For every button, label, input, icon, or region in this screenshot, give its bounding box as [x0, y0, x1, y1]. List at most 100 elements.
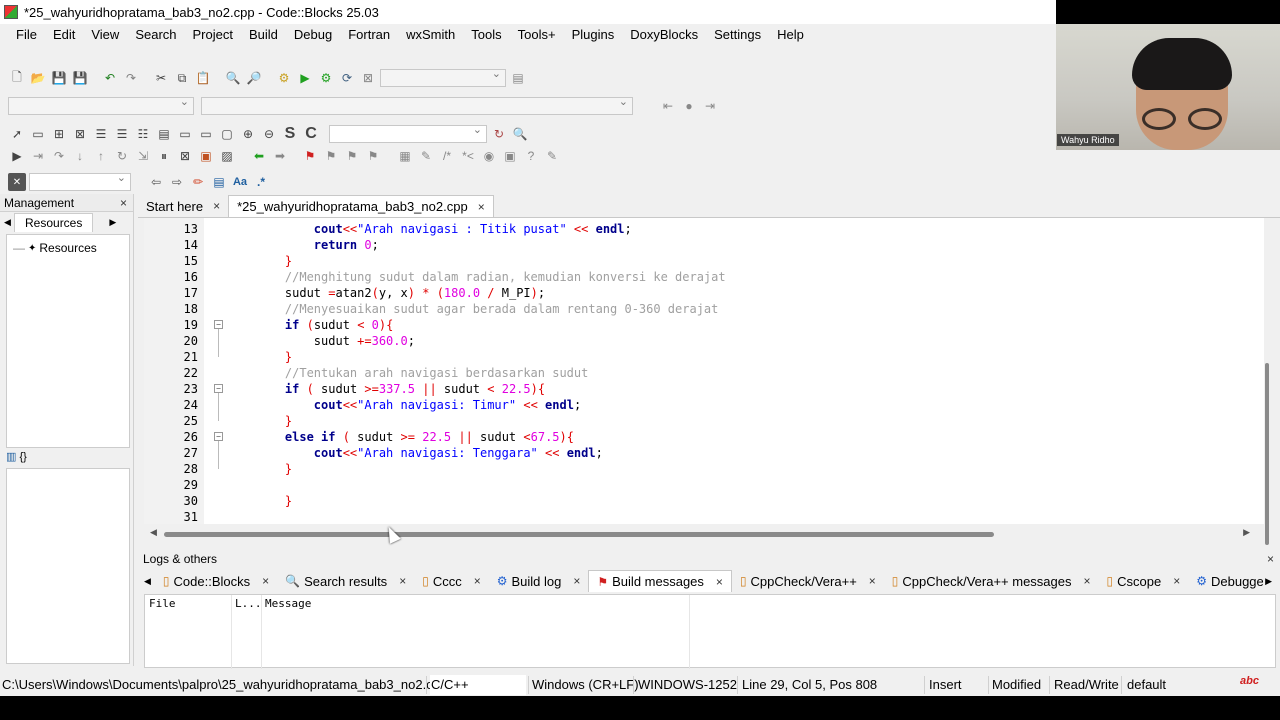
save-icon[interactable]: 💾 — [50, 69, 68, 87]
close-tab-icon[interactable]: × — [573, 574, 580, 588]
doxy-html-icon[interactable]: ▣ — [501, 147, 519, 165]
doxy-chm-icon[interactable]: ? — [522, 147, 540, 165]
code-line[interactable]: } — [256, 461, 292, 477]
logs-tab-cscope[interactable]: ▯ Cscope × — [1099, 570, 1189, 592]
doxy-run-icon[interactable]: ◉ — [480, 147, 498, 165]
logs-tab-code-blocks[interactable]: ▯ Code::Blocks × — [155, 570, 277, 592]
close-tab-icon[interactable]: × — [478, 200, 485, 214]
menu-edit[interactable]: Edit — [45, 27, 83, 42]
close-tab-icon[interactable]: × — [1084, 574, 1091, 588]
replace-icon[interactable]: 🔎 — [245, 69, 263, 87]
code-line[interactable]: cout<<"Arah navigasi: Timur" << endl; — [256, 397, 581, 413]
code-line[interactable]: else if ( sudut >= 22.5 || sudut <67.5){ — [256, 429, 574, 445]
incremental-search-input[interactable] — [29, 171, 131, 191]
code-line[interactable]: //Menyesuaikan sudut agar berada dalam r… — [256, 301, 718, 317]
stop-debug-icon[interactable]: ⊠ — [176, 147, 194, 165]
doxy-inline-icon[interactable]: *< — [459, 147, 477, 165]
border-icon[interactable]: ▢ — [218, 125, 236, 143]
scroll-left-arrow-icon[interactable]: ◀ — [150, 527, 157, 538]
prev-bookmark-icon[interactable]: ⚑ — [322, 147, 340, 165]
build-gear-icon[interactable]: ⚙ — [275, 69, 293, 87]
logs-tab-scroll-left-icon[interactable]: ◀ — [138, 576, 155, 587]
pointer-icon[interactable]: ➚ — [8, 125, 26, 143]
menu-fortran[interactable]: Fortran — [340, 27, 398, 42]
logs-close-icon[interactable]: × — [1267, 552, 1274, 566]
editor-vertical-scroll-thumb[interactable] — [1265, 363, 1269, 545]
jump-bookmark-icon[interactable]: ● — [680, 97, 698, 115]
grid-sizer-icon[interactable]: ⊞ — [50, 125, 68, 143]
close-tab-icon[interactable]: × — [399, 574, 406, 588]
menu-tools[interactable]: Tools — [463, 27, 509, 42]
editor-horizontal-scroll-thumb[interactable] — [164, 532, 994, 537]
save-all-icon[interactable]: 💾 — [71, 69, 89, 87]
zoom-out-icon[interactable]: ⊖ — [260, 125, 278, 143]
next-bookmark-icon[interactable]: ⚑ — [343, 147, 361, 165]
debug-windows-icon[interactable]: ▣ — [197, 147, 215, 165]
fold-toggle-icon[interactable]: − — [214, 384, 223, 393]
column-message[interactable]: Message — [265, 597, 311, 610]
tab-scroll-left-icon[interactable]: ◀ — [0, 217, 14, 228]
cut-icon[interactable]: ✂ — [152, 69, 170, 87]
code-line[interactable]: if (sudut < 0){ — [256, 317, 393, 333]
menu-build[interactable]: Build — [241, 27, 286, 42]
menu-file[interactable]: File — [8, 27, 45, 42]
paste-icon[interactable]: 📋 — [194, 69, 212, 87]
code-line[interactable]: if ( sudut >=337.5 || sudut < 22.5){ — [256, 381, 545, 397]
tab-source-file[interactable]: *25_wahyuridhopratama_bab3_no2.cpp × — [228, 195, 494, 217]
function-select[interactable] — [201, 95, 633, 115]
match-case-icon[interactable]: Aa — [231, 173, 249, 191]
close-tab-icon[interactable]: × — [262, 574, 269, 588]
search-next-icon[interactable]: ⇨ — [168, 173, 186, 191]
grid-bag-sizer-icon[interactable]: ⊠ — [71, 125, 89, 143]
tab-resources[interactable]: Resources — [14, 212, 94, 232]
logs-tab-cppcheck-vera[interactable]: ▯ CppCheck/Vera++ × — [732, 570, 884, 592]
step-instruction-icon[interactable]: ⇲ — [134, 147, 152, 165]
build-messages-table[interactable]: File L... Message — [144, 594, 1276, 669]
close-tab-icon[interactable]: × — [1173, 574, 1180, 588]
run-to-cursor-icon[interactable]: ⇥ — [29, 147, 47, 165]
symbols-braces-label[interactable]: {} — [19, 451, 26, 463]
code-line[interactable]: } — [256, 253, 292, 269]
doxy-comment-icon[interactable]: /* — [438, 147, 456, 165]
doxy-config-icon[interactable]: ✎ — [543, 147, 561, 165]
code-line[interactable]: //Tentukan arah navigasi berdasarkan sud… — [256, 365, 588, 381]
symbols-list-icon[interactable]: ▥ — [6, 451, 16, 463]
zoom-in-icon[interactable]: ⊕ — [239, 125, 257, 143]
doxy-line-icon[interactable]: ✎ — [417, 147, 435, 165]
logs-tab-build-messages[interactable]: ⚑ Build messages × — [588, 570, 732, 592]
scope-select[interactable] — [8, 95, 194, 115]
step-into-icon[interactable]: ↓ — [71, 147, 89, 165]
management-close-icon[interactable]: × — [120, 196, 127, 210]
code-line[interactable]: return 0; — [256, 237, 379, 253]
toggle-bookmark-icon[interactable]: ⚑ — [301, 147, 319, 165]
code-line[interactable]: } — [256, 413, 292, 429]
clear-search-icon[interactable]: ✕ — [8, 173, 26, 191]
box-sizer-icon[interactable]: ☰ — [92, 125, 110, 143]
tab-start-here[interactable]: Start here × — [138, 195, 228, 217]
fold-toggle-icon[interactable]: − — [214, 432, 223, 441]
logs-tab-cccc[interactable]: ▯ Cccc × — [414, 570, 489, 592]
code-line[interactable]: //Menghitung sudut dalam radian, kemudia… — [256, 269, 726, 285]
nav-forward-icon[interactable]: ➡ — [271, 147, 289, 165]
code-line[interactable]: sudut +=360.0; — [256, 333, 415, 349]
nav-back-icon[interactable]: ⬅ — [250, 147, 268, 165]
new-file-icon[interactable]: 🗋 — [8, 69, 26, 87]
code-line[interactable]: } — [256, 493, 292, 509]
search-red-icon[interactable]: 🔍 — [511, 125, 529, 143]
find-icon[interactable]: 🔍 — [224, 69, 242, 87]
jump-back-icon[interactable]: ⇤ — [659, 97, 677, 115]
spacer-icon[interactable]: ▭ — [197, 125, 215, 143]
close-tab-icon[interactable]: × — [869, 574, 876, 588]
scroll-right-arrow-icon[interactable]: ▶ — [1243, 527, 1250, 538]
next-instruction-icon[interactable]: ↻ — [113, 147, 131, 165]
std-dialog-button-icon[interactable]: ▭ — [176, 125, 194, 143]
menu-search[interactable]: Search — [127, 27, 184, 42]
pause-icon[interactable]: ⏸ — [155, 147, 173, 165]
menu-plugins[interactable]: Plugins — [564, 27, 623, 42]
menu-help[interactable]: Help — [769, 27, 812, 42]
close-tab-icon[interactable]: × — [213, 199, 220, 213]
regex-icon[interactable]: .* — [252, 173, 270, 191]
logs-tab-cppcheck-vera-messages[interactable]: ▯ CppCheck/Vera++ messages × — [884, 570, 1099, 592]
step-out-icon[interactable]: ↑ — [92, 147, 110, 165]
code-line[interactable]: sudut =atan2(y, x) * (180.0 / M_PI); — [256, 285, 545, 301]
